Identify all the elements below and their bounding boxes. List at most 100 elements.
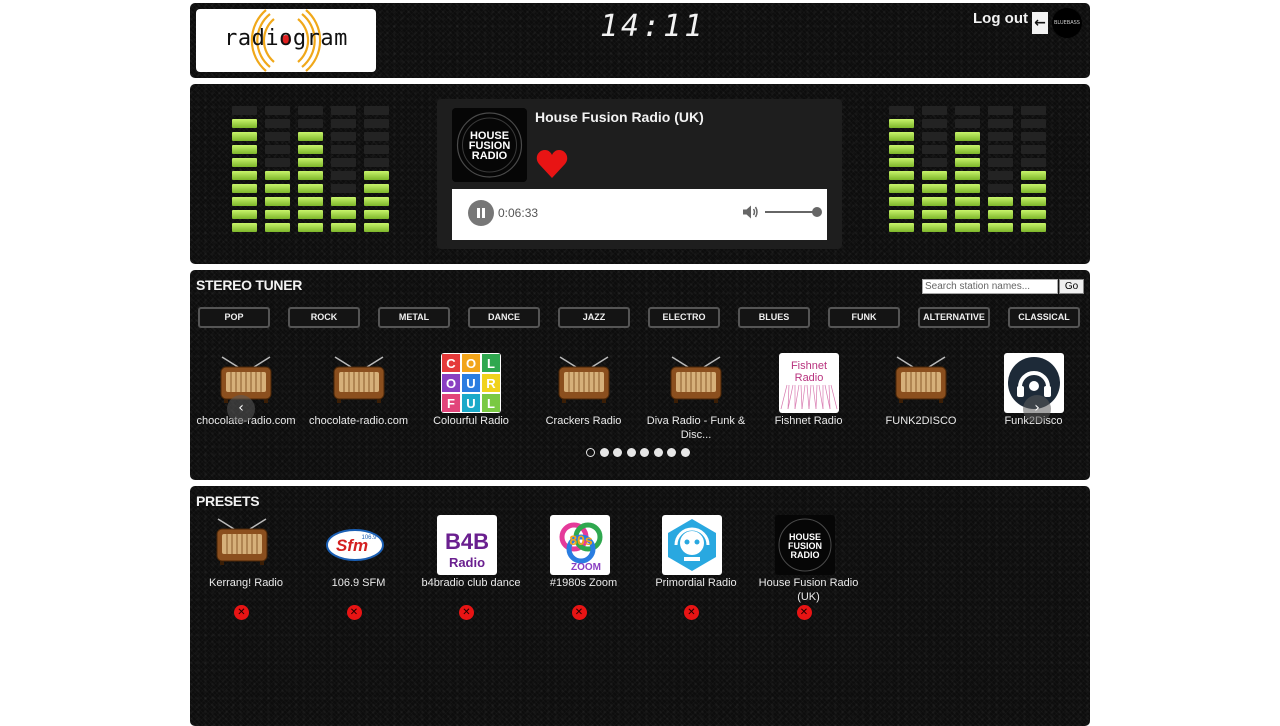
eq-segment [889, 132, 914, 141]
radio-icon [329, 353, 389, 413]
eq-segment [889, 158, 914, 167]
eq-segment [298, 197, 323, 206]
volume-knob[interactable] [812, 207, 822, 217]
preset-name[interactable]: #1980s Zoom [528, 576, 640, 590]
station-name: Diva Radio - Funk & Disc... [646, 415, 746, 441]
volume-icon[interactable] [741, 203, 759, 221]
logout-link[interactable]: Log out [973, 10, 1028, 27]
sfm-logo[interactable]: Sfm 106.9 [325, 515, 385, 575]
svg-text:80s: 80s [569, 532, 593, 548]
80s-zoom-logo[interactable]: 80s ZOOM [549, 515, 610, 575]
radio-icon [554, 353, 614, 413]
remove-preset-icon[interactable]: ✕ [796, 605, 812, 620]
b4b-logo[interactable]: B4B Radio [437, 515, 497, 575]
eq-segment [364, 171, 389, 180]
remove-preset-icon[interactable]: ✕ [571, 605, 587, 620]
eq-segment [955, 132, 980, 141]
preset-name[interactable]: House Fusion Radio (UK) [753, 576, 865, 604]
station-card[interactable]: FUNK2DISCO [865, 352, 977, 444]
pager-dot[interactable] [626, 448, 636, 457]
eq-segment [889, 184, 914, 193]
eq-segment [988, 184, 1013, 193]
station-card[interactable]: C O L O U R F U L Colourful Radio [415, 352, 527, 444]
pager-dot[interactable] [667, 448, 676, 457]
radio-icon[interactable] [212, 515, 272, 575]
eq-segment [955, 197, 980, 206]
genre-button-alternative[interactable]: ALTERNATIVE [918, 307, 990, 328]
colourful-logo: COLOURFUL [441, 353, 501, 413]
pager-dot[interactable] [613, 448, 622, 457]
preset-card: Kerrang! Radio ✕ [190, 514, 302, 620]
station-card[interactable]: Crackers Radio [528, 352, 640, 444]
eq-segment [364, 197, 389, 206]
preset-card: B4B Radio b4bradio club dance ✕ [415, 514, 527, 620]
avatar[interactable]: BLUEBASS [1052, 8, 1082, 38]
eq-segment [988, 197, 1013, 206]
eq-segment [988, 223, 1013, 232]
eq-segment [232, 106, 257, 115]
pager-dot[interactable] [653, 448, 663, 457]
pager-dot[interactable] [599, 448, 609, 457]
genre-button-rock[interactable]: ROCK [288, 307, 360, 328]
eq-segment [1021, 106, 1046, 115]
eq-segment [955, 158, 980, 167]
eq-segment [988, 119, 1013, 128]
station-card[interactable]: chocolate-radio.com [303, 352, 415, 444]
house-fusion-logo[interactable]: HOUSE FUSION RADIO [774, 515, 835, 575]
pager-dot[interactable] [680, 448, 690, 457]
genre-buttons: POP ROCK METAL DANCE JAZZ ELECTRO BLUES FUNK ALT… [198, 307, 1082, 329]
eq-segment [1021, 184, 1046, 193]
genre-button-electro[interactable]: ELECTRO [648, 307, 720, 328]
genre-button-jazz[interactable]: JAZZ [558, 307, 630, 328]
arrow-left-icon[interactable]: ← [1032, 12, 1048, 34]
chevron-right-icon[interactable]: › [1023, 395, 1051, 423]
genre-button-metal[interactable]: METAL [378, 307, 450, 328]
pager-dot[interactable] [586, 448, 595, 457]
search-go-button[interactable]: Go [1059, 279, 1084, 294]
station-card[interactable]: Fishnet Radio Fishnet Radio [753, 352, 865, 444]
genre-button-pop[interactable]: POP [198, 307, 270, 328]
eq-segment [922, 197, 947, 206]
genre-button-dance[interactable]: DANCE [468, 307, 540, 328]
primordial-logo[interactable] [662, 515, 722, 575]
eq-segment [889, 171, 914, 180]
svg-text:O: O [466, 356, 476, 371]
eq-bar [298, 106, 323, 246]
eq-segment [955, 223, 980, 232]
tuner-title: STEREO TUNER [196, 277, 303, 293]
pause-button[interactable] [468, 200, 494, 226]
now-playing-card: HOUSE FUSION RADIO House Fusion Radio (U… [437, 99, 842, 249]
remove-preset-icon[interactable]: ✕ [684, 605, 699, 620]
svg-text:O: O [446, 376, 456, 391]
eq-segment [364, 158, 389, 167]
genre-button-funk[interactable]: FUNK [828, 307, 900, 328]
preset-name[interactable]: Primordial Radio [640, 576, 752, 590]
genre-button-blues[interactable]: BLUES [738, 307, 810, 328]
preset-name[interactable]: Kerrang! Radio [190, 576, 302, 590]
radiogram-logo[interactable]: radiogram [196, 9, 376, 72]
remove-preset-icon[interactable]: ✕ [459, 605, 474, 620]
eq-segment [922, 210, 947, 219]
heart-icon[interactable] [535, 147, 569, 181]
eq-segment [922, 132, 947, 141]
volume-slider[interactable] [765, 207, 822, 217]
eq-segment [889, 106, 914, 115]
remove-preset-icon[interactable]: ✕ [346, 605, 362, 620]
station-carousel: chocolate-radio.comchocolate-radio.comCO… [190, 352, 1090, 452]
eq-segment [889, 145, 914, 154]
eq-bar [922, 106, 947, 246]
station-search-input[interactable] [922, 279, 1058, 294]
eq-segment [298, 106, 323, 115]
eq-segment [364, 132, 389, 141]
pager-dot[interactable] [640, 448, 649, 457]
chevron-left-icon[interactable]: ‹ [227, 395, 255, 423]
preset-name[interactable]: b4bradio club dance [415, 576, 527, 590]
preset-name[interactable]: 106.9 SFM [303, 576, 415, 590]
eq-segment [1021, 197, 1046, 206]
eq-segment [922, 223, 947, 232]
remove-preset-icon[interactable]: ✕ [234, 605, 249, 620]
station-card[interactable]: Diva Radio - Funk & Disc... [640, 352, 752, 444]
genre-button-classical[interactable]: CLASSICAL [1008, 307, 1080, 328]
eq-segment [922, 184, 947, 193]
eq-segment [988, 106, 1013, 115]
